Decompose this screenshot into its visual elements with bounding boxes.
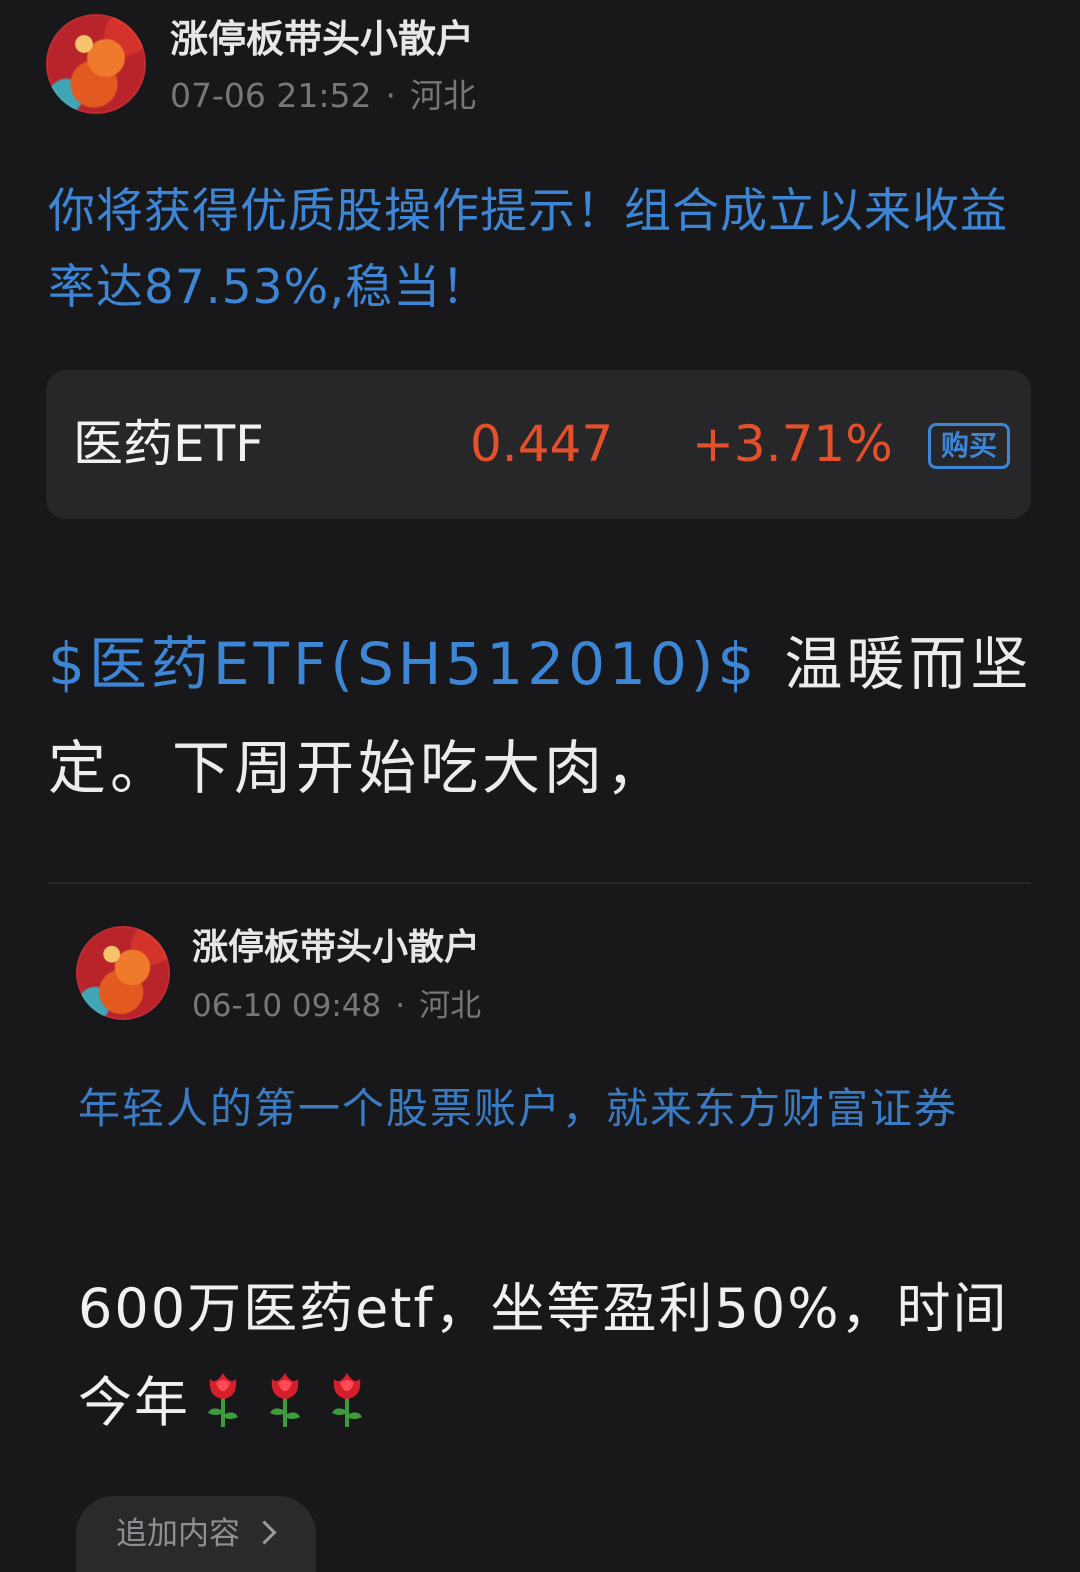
chevron-right-icon xyxy=(252,1520,277,1545)
rose-icon xyxy=(194,1364,252,1428)
post-date: 07-06 21:52 xyxy=(170,76,372,115)
rose-icon xyxy=(256,1364,314,1428)
append-content-label: 追加内容 xyxy=(116,1516,240,1552)
quoted-post-body: 600万医药etf，坐等盈利50%，时间今年 xyxy=(78,1262,1018,1450)
stock-link[interactable]: $医药ETF(SH512010)$ xyxy=(48,630,758,698)
divider xyxy=(48,882,1031,884)
stock-card[interactable]: 医药ETF 0.447 +3.71% 购买 xyxy=(46,370,1031,519)
quoted-post-header: 涨停板带头小散户 06-10 09:48 · 河北 xyxy=(76,926,481,1026)
stock-name: 医药ETF xyxy=(73,415,264,473)
avatar[interactable] xyxy=(46,14,146,114)
quoted-post-meta: 06-10 09:48 · 河北 xyxy=(192,986,481,1026)
quoted-promo-link[interactable]: 年轻人的第一个股票账户，就来东方财富证券 xyxy=(78,1072,1018,1146)
quoted-post-date: 06-10 09:48 xyxy=(192,988,382,1024)
append-content-button[interactable]: 追加内容 xyxy=(76,1496,316,1572)
author-name[interactable]: 涨停板带头小散户 xyxy=(170,16,476,62)
stock-price: 0.447 xyxy=(470,415,614,473)
post-meta: 07-06 21:52 · 河北 xyxy=(170,76,476,116)
promo-link[interactable]: 你将获得优质股操作提示！组合成立以来收益率达87.53%,稳当！ xyxy=(48,174,1038,326)
rose-icon xyxy=(318,1364,376,1428)
quoted-post-location: 河北 xyxy=(419,988,482,1024)
meta-separator: · xyxy=(385,76,396,115)
header-text: 涨停板带头小散户 07-06 21:52 · 河北 xyxy=(170,14,476,116)
buy-button[interactable]: 购买 xyxy=(928,423,1010,469)
post-location: 河北 xyxy=(409,76,476,115)
stock-change: +3.71% xyxy=(692,415,893,473)
quoted-meta-separator: · xyxy=(395,988,406,1024)
quoted-author-name[interactable]: 涨停板带头小散户 xyxy=(192,926,481,970)
quoted-avatar[interactable] xyxy=(76,926,170,1020)
post-body: $医药ETF(SH512010)$ 温暖而坚定。下周开始吃大肉， xyxy=(48,612,1033,820)
quoted-header-text: 涨停板带头小散户 06-10 09:48 · 河北 xyxy=(192,926,481,1026)
post-header: 涨停板带头小散户 07-06 21:52 · 河北 xyxy=(46,14,476,116)
